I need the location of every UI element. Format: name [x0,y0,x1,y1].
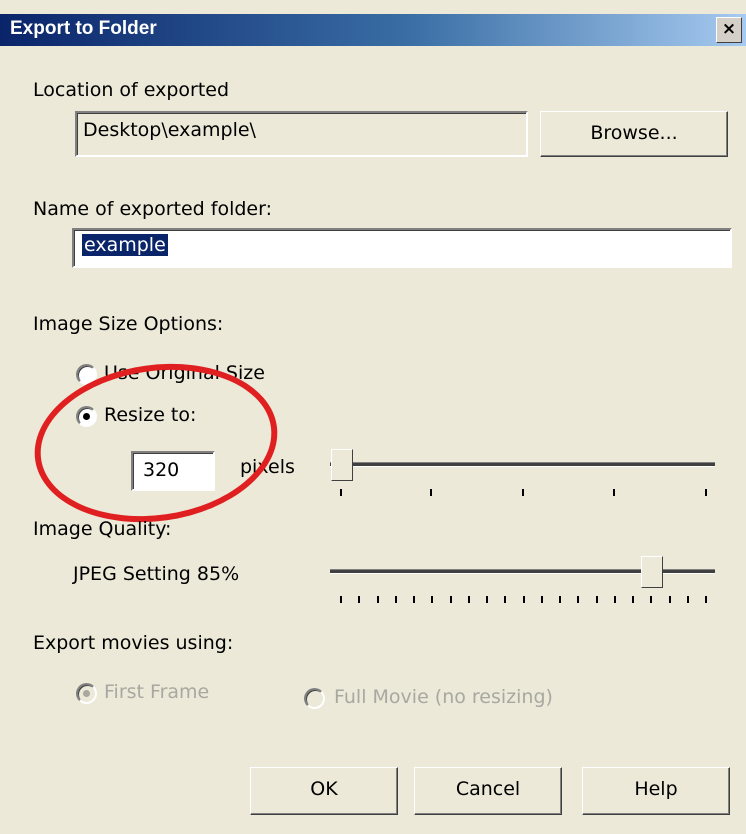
full-movie-radio[interactable] [304,688,325,709]
location-label: Location of exported [33,79,230,101]
close-icon: × [721,19,737,39]
slider-tick [522,489,524,496]
cancel-button-label: Cancel [455,778,521,800]
title-bar[interactable]: Export to Folder × [0,14,746,46]
slider-tick [595,596,598,603]
slider-tick [559,596,561,603]
slider-tick [340,596,342,603]
help-button-label: Help [634,778,678,800]
export-dialog: Export to Folder × Location of exported … [0,0,746,834]
resize-to-label: Resize to: [104,404,197,426]
slider-tick [430,489,432,496]
quality-slider-thumb[interactable] [641,556,663,588]
folder-name-input[interactable]: example [72,228,732,268]
slider-tick [413,596,415,603]
dialog-title: Export to Folder [10,18,157,39]
export-movies-label: Export movies using: [33,632,234,654]
close-button[interactable]: × [716,17,742,43]
slider-tick [632,596,634,603]
browse-button[interactable]: Browse... [540,111,728,157]
slider-tick [376,596,379,603]
pixels-units-label: pixels [240,456,295,478]
resize-slider-thumb[interactable] [331,449,353,481]
full-movie-label: Full Movie (no resizing) [334,686,553,708]
first-frame-label: First Frame [104,681,210,703]
cancel-button[interactable]: Cancel [414,767,562,815]
slider-tick [486,596,488,603]
slider-tick [340,489,342,496]
first-frame-radio[interactable] [76,683,97,704]
slider-tick [705,489,707,496]
slider-tick [650,596,653,603]
slider-tick [358,596,361,603]
slider-tick [668,596,671,603]
slider-tick [449,596,452,603]
slider-tick [686,596,689,603]
ok-button-label: OK [310,778,338,800]
slider-tick [613,596,616,603]
help-button[interactable]: Help [582,767,730,815]
folder-name-value: example [82,234,168,256]
slider-tick [504,596,507,603]
ok-button[interactable]: OK [250,767,398,815]
use-original-size-label: Use Original Size [104,362,265,384]
resize-width-value: 320 [143,459,180,481]
slider-tick [577,596,580,603]
slider-tick [522,596,525,603]
resize-slider-track [330,462,715,467]
slider-tick [613,489,615,496]
jpeg-setting-label: JPEG Setting 85% [73,563,240,585]
slider-tick [540,596,543,603]
resize-to-radio[interactable] [76,406,97,427]
slider-tick [467,596,470,603]
slider-tick [394,596,397,603]
resize-width-input[interactable]: 320 [131,451,215,491]
slider-tick [431,596,434,603]
slider-tick [705,596,707,603]
location-value: Desktop\example\ [83,119,256,141]
folder-name-label: Name of exported folder: [33,198,273,220]
image-quality-label: Image Quality: [33,518,172,540]
browse-button-label: Browse... [590,122,678,144]
use-original-size-radio[interactable] [76,364,97,385]
image-size-label: Image Size Options: [33,313,224,335]
location-field[interactable]: Desktop\example\ [75,111,528,157]
